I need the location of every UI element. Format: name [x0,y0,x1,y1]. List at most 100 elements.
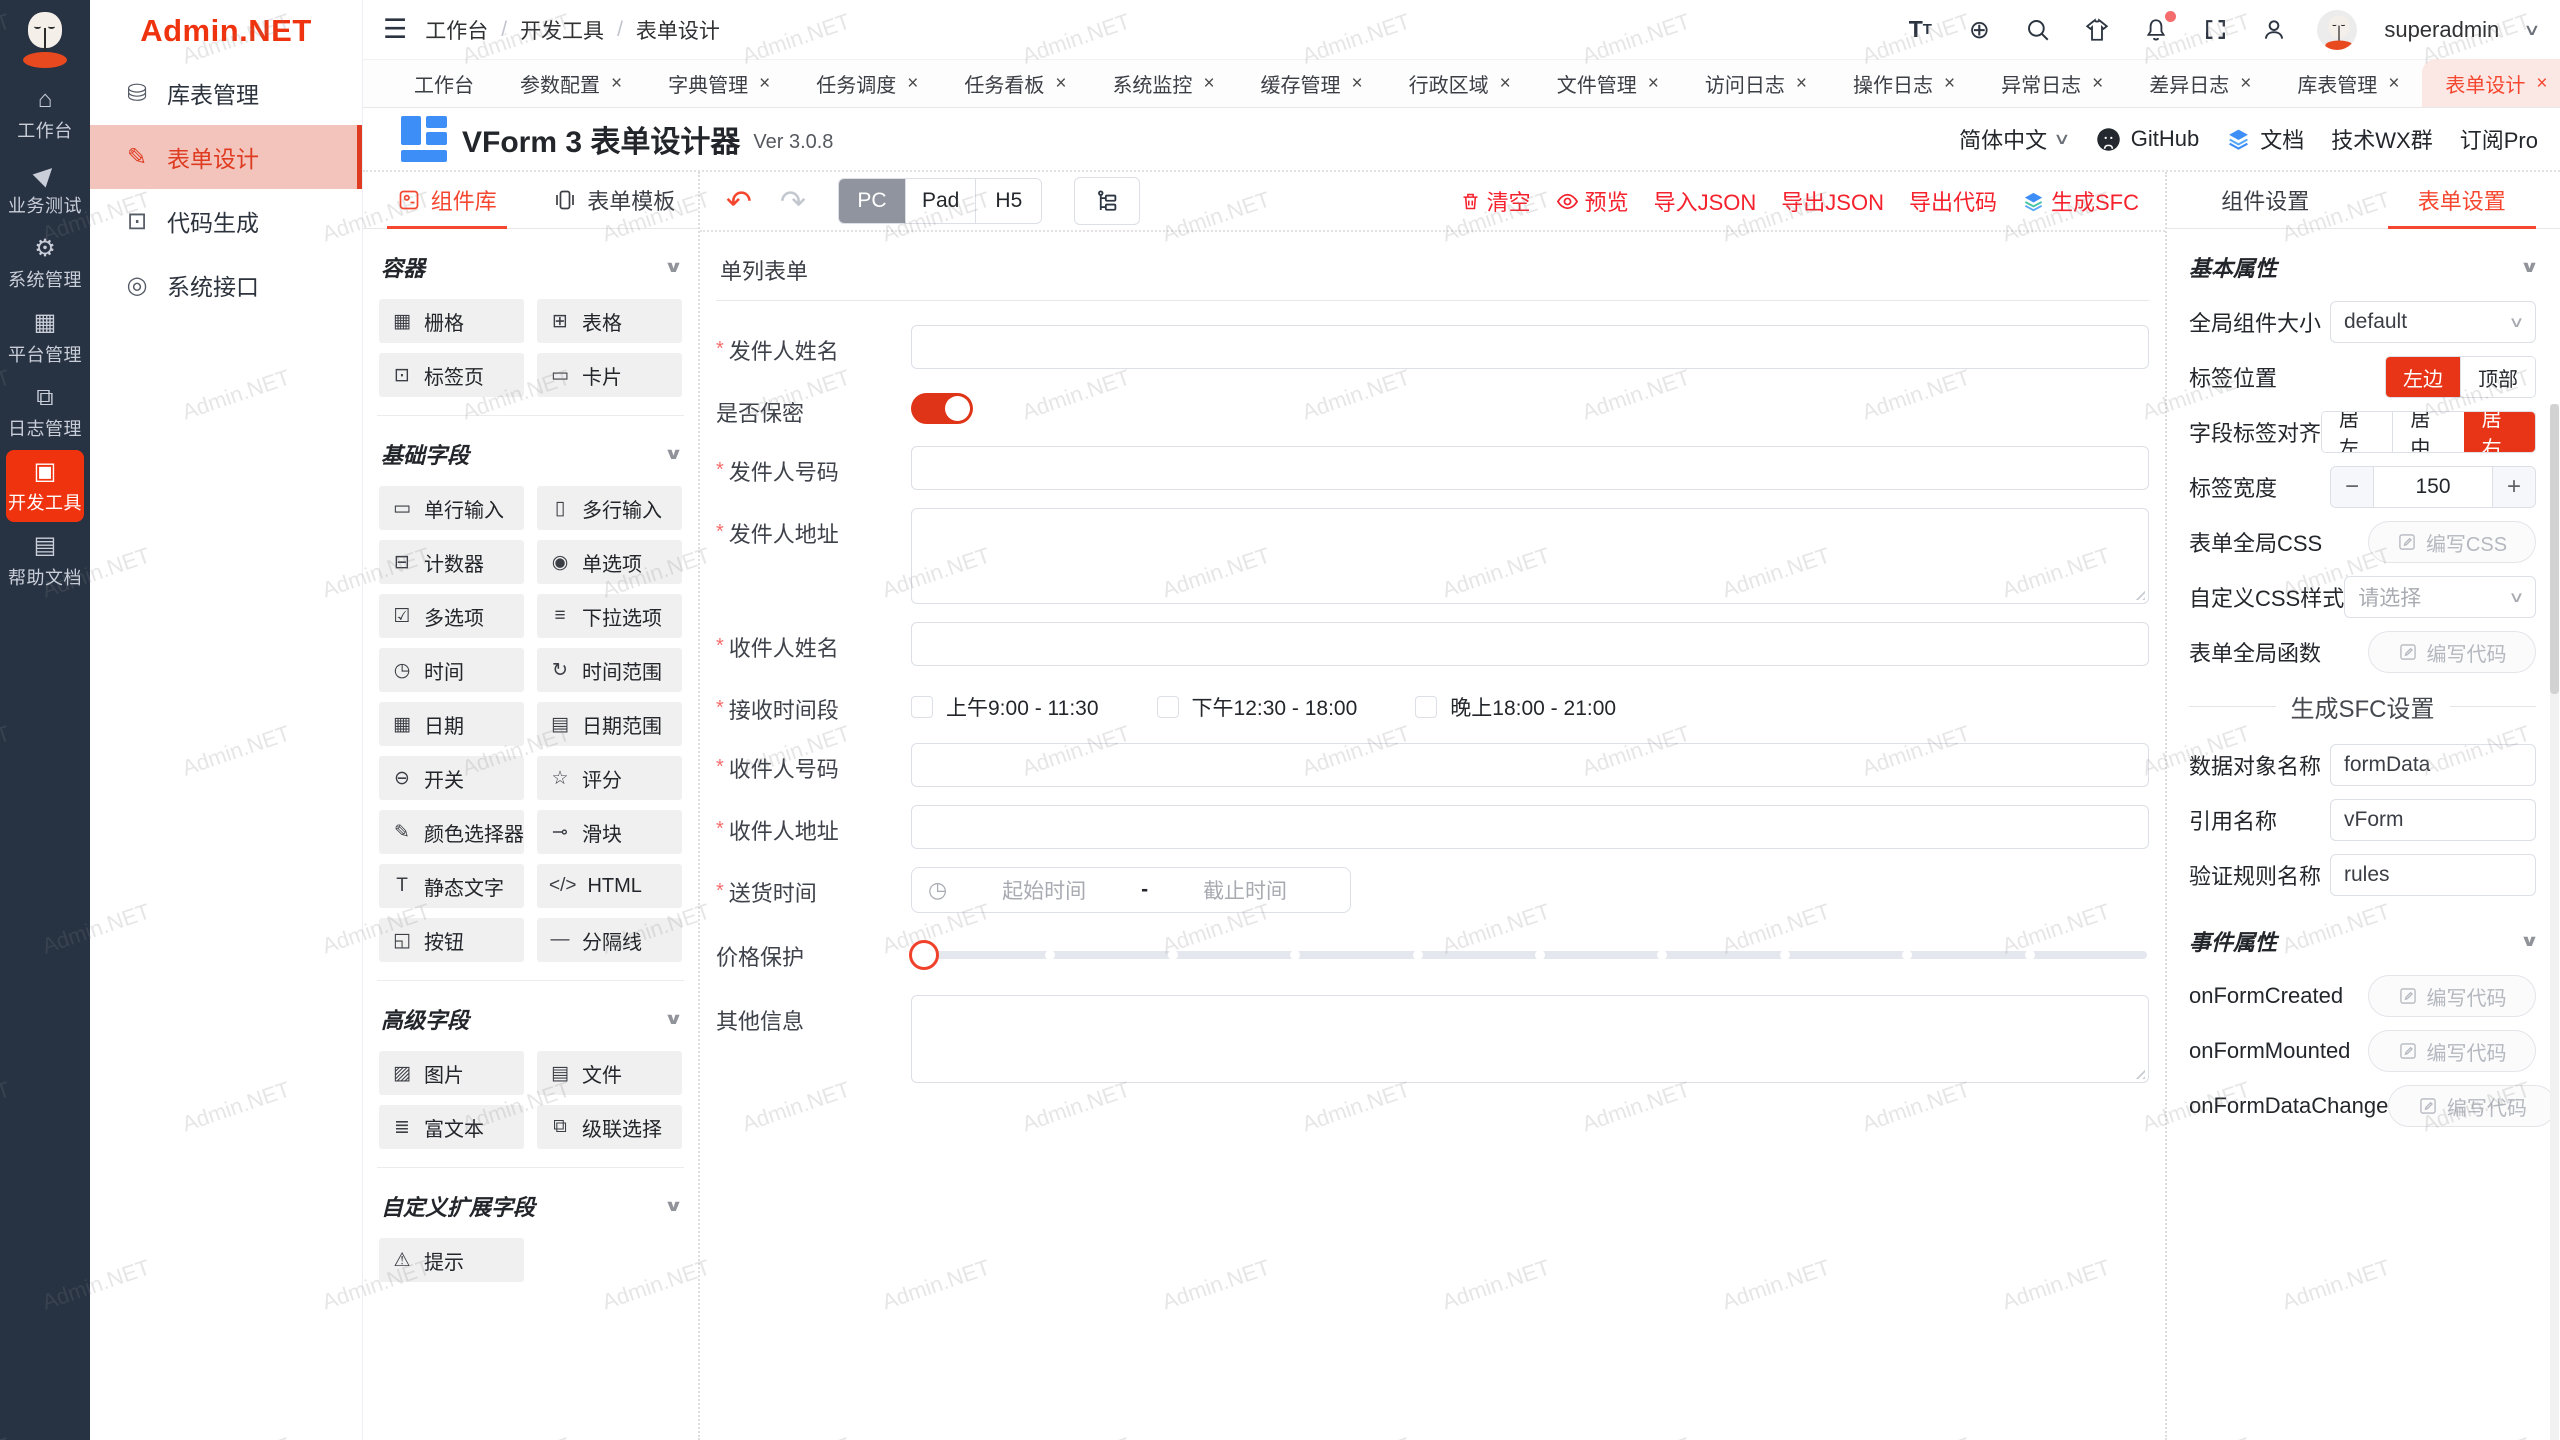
tab-close-icon[interactable]: × [2536,74,2547,93]
field-row-sender-name[interactable]: *发件人姓名 [716,325,2149,369]
export-json-button[interactable]: 导出JSON [1781,185,1884,217]
language-select[interactable]: 简体中文 ∨ [1959,123,2068,155]
delivery-time-picker[interactable]: ◷起始时间-截止时间 [911,867,1351,913]
breadcrumb-item[interactable]: 工作台 [425,15,488,45]
user-avatar[interactable] [2317,10,2357,50]
docs-link[interactable]: 文档 [2226,123,2304,155]
widget-chip-html[interactable]: </>HTML [537,864,682,908]
field-row-receive-period[interactable]: *接收时间段上午9:00 - 11:30下午12:30 - 18:00晚上18:… [716,684,2149,725]
form-functions-edit-button[interactable]: 编写代码 [2368,631,2536,673]
field-row-delivery-time[interactable]: *送货时间◷起始时间-截止时间 [716,867,2149,913]
checkbox-icon[interactable] [1157,696,1179,718]
collapse-menu-icon[interactable]: ☰ [383,14,407,45]
widget-chip-image[interactable]: ▨图片 [379,1051,524,1095]
rail-item-dev-tools[interactable]: ▣开发工具 [6,450,84,522]
stepper-value[interactable]: 150 [2373,467,2493,507]
device-button-pad[interactable]: Pad [905,179,975,223]
tab-close-icon[interactable]: × [1203,74,1214,93]
label-align-option[interactable]: 居中 [2392,412,2463,452]
import-json-button[interactable]: 导入JSON [1654,185,1757,217]
widget-chip-alert-tip[interactable]: ⚠提示 [379,1238,524,1282]
checkbox-option[interactable]: 晚上18:00 - 21:00 [1415,692,1616,722]
field-row-receiver-address[interactable]: *收件人地址 [716,805,2149,849]
decrease-button[interactable]: − [2331,467,2373,507]
tab-close-icon[interactable]: × [611,74,622,93]
widget-chip-slider[interactable]: ⊸滑块 [537,810,682,854]
field-row-sender-phone[interactable]: *发件人号码 [716,446,2149,490]
rail-item-platform-mgmt[interactable]: ▦平台管理 [6,301,84,373]
wx-group-link[interactable]: 技术WX群 [2331,123,2432,155]
receiver-address-input[interactable] [911,805,2149,849]
breadcrumb-item[interactable]: 表单设计 [636,15,720,45]
label-position-option[interactable]: 左边 [2386,357,2460,397]
widget-chip-tab-pane[interactable]: ⊡标签页 [379,353,524,397]
notification-icon[interactable] [2140,14,2172,46]
widget-chip-divider[interactable]: —分隔线 [537,918,682,962]
other-info-textarea[interactable] [911,995,2149,1083]
section-header[interactable]: 自定义扩展字段∨ [379,1178,682,1238]
price-protection-slider[interactable] [911,933,2149,977]
slider-handle[interactable] [909,940,939,970]
widget-chip-date[interactable]: ▦日期 [379,702,524,746]
widget-chip-card[interactable]: ▭卡片 [537,353,682,397]
device-button-h5[interactable]: H5 [975,179,1041,223]
field-row-other-info[interactable]: 其他信息 [716,995,2149,1083]
undo-icon[interactable]: ↶ [726,186,752,217]
search-icon[interactable] [2022,14,2054,46]
field-row-price-protection[interactable]: 价格保护 [716,931,2149,977]
tab-component-settings[interactable]: 组件设置 [2167,172,2364,228]
tab-form-settings[interactable]: 表单设置 [2364,172,2560,228]
github-link[interactable]: GitHub [2095,126,2199,153]
main-tab[interactable]: 操作日志× [1830,59,1978,107]
main-tab[interactable]: 表单设计× [2422,59,2560,107]
onFormDataChange-edit-button[interactable]: 编写代码 [2388,1085,2556,1127]
checkbox-icon[interactable] [911,696,933,718]
checkbox-option[interactable]: 上午9:00 - 11:30 [911,692,1099,722]
ref-name-input[interactable]: vForm [2330,799,2536,841]
widget-chip-multiline-input[interactable]: ▯多行输入 [537,486,682,530]
rail-item-help-docs[interactable]: ▤帮助文档 [6,524,84,596]
main-tab[interactable]: 系统监控× [1089,59,1237,107]
confidential-toggle[interactable] [911,393,973,424]
resize-grip-icon[interactable] [2132,587,2145,600]
tab-close-icon[interactable]: × [1055,74,1066,93]
widget-chip-date-range[interactable]: ▤日期范围 [537,702,682,746]
main-tab[interactable]: 字典管理× [645,59,793,107]
app-logo[interactable] [20,0,70,76]
outline-tree-button[interactable] [1074,177,1140,225]
checkbox-option[interactable]: 下午12:30 - 18:00 [1157,692,1358,722]
section-header[interactable]: 高级字段∨ [379,991,682,1051]
receiver-name-input[interactable] [911,622,2149,666]
field-row-receiver-phone[interactable]: *收件人号码 [716,743,2149,787]
main-tab[interactable]: 访问日志× [1682,59,1830,107]
breadcrumb-item[interactable]: 开发工具 [520,15,604,45]
tab-close-icon[interactable]: × [2092,74,2103,93]
tab-form-template[interactable]: 表单模板 [531,172,699,228]
main-tab[interactable]: 任务看板× [941,59,1089,107]
section-header[interactable]: 基础字段∨ [379,426,682,486]
onFormCreated-edit-button[interactable]: 编写代码 [2368,975,2536,1017]
widget-chip-static-text[interactable]: T静态文字 [379,864,524,908]
rail-item-system-mgmt[interactable]: ⚙系统管理 [6,227,84,299]
widget-chip-switch[interactable]: ⊖开关 [379,756,524,800]
widget-chip-file[interactable]: ▤文件 [537,1051,682,1095]
widget-chip-table[interactable]: ⊞表格 [537,299,682,343]
widget-chip-grid[interactable]: ▦栅格 [379,299,524,343]
theme-icon[interactable] [2081,14,2113,46]
clear-button[interactable]: 清空 [1460,185,1531,217]
rail-item-business-test[interactable]: ▶业务测试 [6,152,84,224]
widget-chip-time[interactable]: ◷时间 [379,648,524,692]
settings-scrollbar-thumb[interactable] [2550,404,2559,694]
label-position-option[interactable]: 顶部 [2460,357,2535,397]
font-size-icon[interactable]: TT [1904,14,1936,46]
widget-chip-rate[interactable]: ☆评分 [537,756,682,800]
sender-address-textarea[interactable] [911,508,2149,604]
section-header[interactable]: 容器∨ [379,239,682,299]
subscribe-pro-link[interactable]: 订阅Pro [2460,123,2538,155]
rail-item-workbench[interactable]: ⌂工作台 [6,78,84,150]
sidebar-item-system-api[interactable]: ◎系统接口 [90,253,362,317]
widget-chip-button[interactable]: ◱按钮 [379,918,524,962]
widget-chip-rich-text[interactable]: ≣富文本 [379,1105,524,1149]
field-row-confidential[interactable]: 是否保密 [716,387,2149,428]
preview-button[interactable]: 预览 [1556,185,1629,217]
